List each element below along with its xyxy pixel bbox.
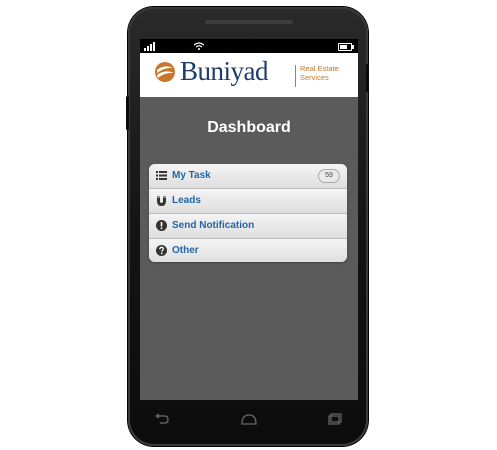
alert-icon	[156, 220, 167, 231]
wifi-icon	[194, 42, 204, 50]
menu-item-my-task[interactable]: My Task 59	[149, 164, 347, 189]
logo-tagline: Real Estate Services	[300, 64, 339, 82]
logo-wordmark: Buniyad	[180, 56, 269, 86]
battery-icon	[338, 43, 354, 51]
screen: Buniyad Real Estate Services Dashboard M…	[140, 39, 358, 400]
earpiece	[205, 20, 293, 24]
status-bar	[140, 39, 358, 53]
menu-item-label: Send Notification	[172, 220, 255, 231]
app-header: Buniyad Real Estate Services	[140, 53, 358, 97]
list-icon	[156, 171, 167, 180]
power-button	[366, 64, 369, 92]
help-icon	[156, 245, 167, 256]
magnet-icon	[157, 196, 166, 206]
recent-apps-icon[interactable]	[328, 413, 344, 425]
tagline-line-2: Services	[300, 72, 329, 82]
task-count-badge: 59	[318, 169, 340, 183]
menu-item-label: My Task	[172, 170, 211, 181]
page-title: Dashboard	[207, 119, 291, 136]
signal-icon	[144, 42, 158, 51]
menu-item-label: Other	[172, 245, 199, 256]
menu-item-leads[interactable]: Leads	[149, 189, 347, 214]
android-nav-bar	[140, 405, 358, 433]
dashboard-menu: My Task 59 Leads Send Notification Other	[149, 164, 347, 262]
menu-item-send-notification[interactable]: Send Notification	[149, 214, 347, 239]
buniyad-logo-mark	[155, 62, 175, 82]
logo-divider	[295, 65, 296, 87]
menu-item-other[interactable]: Other	[149, 239, 347, 262]
menu-item-label: Leads	[172, 195, 201, 206]
volume-button	[126, 96, 129, 130]
home-icon[interactable]	[241, 413, 257, 425]
back-icon[interactable]	[154, 413, 170, 425]
